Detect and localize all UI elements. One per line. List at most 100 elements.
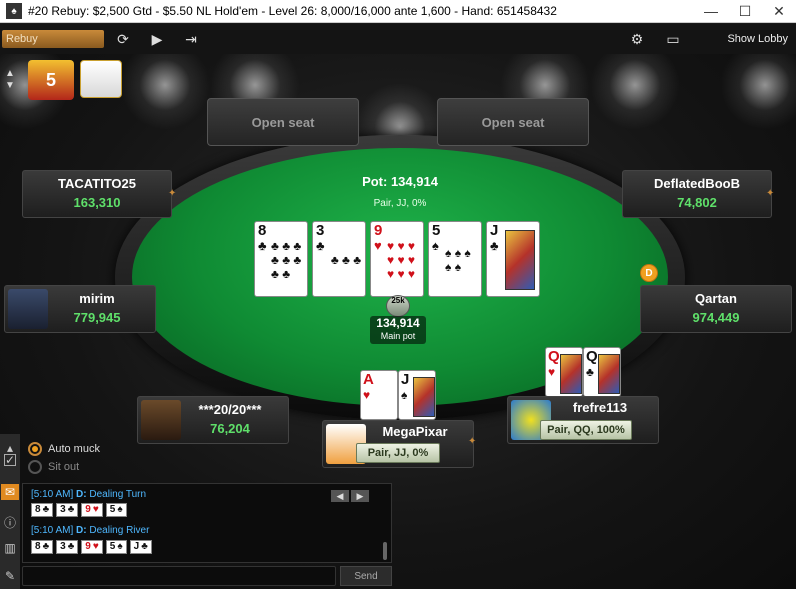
card-rank: J — [401, 371, 410, 388]
refresh-icon[interactable]: ⟳ — [110, 30, 136, 48]
send-button[interactable]: Send — [340, 566, 392, 586]
player-name: MegaPixar — [382, 424, 448, 439]
player-stack: 76,204 — [210, 421, 250, 436]
player-seat-tacatito25[interactable]: TACATITO25 163,310 — [22, 170, 172, 218]
board-card: 9 ♥ ♥ ♥ ♥ ♥ ♥ ♥ ♥ ♥ ♥ — [370, 221, 424, 297]
checkbox-icon[interactable]: ✓ — [4, 453, 16, 467]
player-seat-deflatedboob[interactable]: DeflatedBooB 74,802 — [622, 170, 772, 218]
radio-icon[interactable] — [28, 442, 42, 456]
card-rank: 5 — [432, 222, 441, 239]
pot-label: Pot: 134,914 — [362, 174, 438, 189]
notes-marker-icon[interactable]: ✦ — [468, 436, 476, 447]
open-seat-right[interactable]: Open seat — [437, 98, 589, 146]
auto-muck-option[interactable]: Auto muck — [28, 442, 100, 456]
main-pot-label: Main pot — [380, 331, 416, 341]
turn-cards: 8 ♣ 3 ♣ 9 ♥ 5 ♠ — [31, 503, 127, 517]
club-icon: ♣ — [586, 365, 594, 379]
rebuy-badge-icon[interactable]: 5 — [28, 60, 74, 100]
heart-icon: ♥ — [374, 238, 382, 253]
heart-icon: ♥ — [548, 365, 556, 379]
chat-timestamp: [5:10 AM] — [31, 525, 74, 536]
chat-prev-button[interactable]: ◀ — [331, 490, 349, 502]
notes-marker-icon[interactable]: ✦ — [766, 188, 774, 199]
gear-icon[interactable]: ⚙ — [624, 30, 650, 48]
chat-message: Dealing River — [89, 525, 150, 536]
jack-face-icon — [505, 230, 535, 290]
notes-icon[interactable]: ✎ — [2, 568, 18, 584]
card-rank: 9 — [374, 222, 383, 239]
window-layout-icon[interactable]: ▭ — [660, 30, 686, 48]
chevron-down-icon[interactable]: ▼ — [2, 76, 18, 94]
play-icon[interactable]: ▶ — [144, 30, 170, 48]
heart-icon: ♥ — [363, 388, 371, 402]
player-stack: 163,310 — [73, 195, 121, 210]
card-pips: ♣ ♣ ♣ — [330, 253, 362, 267]
player-name: Qartan — [695, 291, 737, 306]
chat-line: [5:10 AM] D: Dealing Turn — [31, 489, 146, 500]
queen-face-icon — [598, 354, 620, 394]
club-icon: ♣ — [490, 238, 499, 253]
dealer-tag: D: — [76, 489, 87, 500]
maximize-button[interactable]: ☐ — [728, 0, 762, 23]
mini-card: 5 ♠ — [105, 503, 127, 517]
open-seat-left[interactable]: Open seat — [207, 98, 359, 146]
chat-input[interactable] — [22, 566, 336, 586]
close-button[interactable]: ✕ — [762, 0, 796, 23]
hole-card: Q ♥ — [545, 347, 583, 397]
chat-panel: [5:10 AM] D: Dealing Turn 8 ♣ 3 ♣ 9 ♥ 5 ♠ [5… — [22, 483, 392, 563]
spade-icon: ♠ — [432, 238, 439, 253]
chat-next-button[interactable]: ▶ — [351, 490, 369, 502]
chip-stack-icon: 25k — [386, 295, 410, 317]
card-pips: ♠ ♠ ♠ ♠ ♠ — [445, 246, 471, 274]
player-stack: 974,449 — [692, 310, 740, 325]
card-rank: Q — [586, 348, 598, 365]
player-name: DeflatedBooB — [654, 176, 740, 191]
mini-card: 9 ♥ — [81, 540, 103, 554]
main-pot-value: 134,914 — [376, 316, 420, 330]
player-name: mirim — [79, 291, 115, 306]
player-name: TACATITO25 — [57, 176, 136, 191]
mini-card: 5 ♠ — [105, 540, 127, 554]
player-name: ***20/20*** — [198, 402, 262, 417]
notes-marker-icon[interactable]: ✦ — [168, 188, 176, 199]
hole-card: J ♠ — [398, 370, 436, 420]
mini-card: 3 ♣ — [56, 503, 79, 517]
player-name: frefre113 — [572, 400, 628, 415]
chat-line: [5:10 AM] D: Dealing River — [31, 525, 149, 536]
info-icon[interactable]: ⓘ — [2, 514, 18, 530]
player-seat-qartan[interactable]: Qartan 974,449 — [640, 285, 792, 333]
queen-face-icon — [560, 354, 582, 394]
chat-icon[interactable]: ✉ — [1, 484, 19, 500]
show-lobby-button[interactable]: Show Lobby — [727, 30, 788, 48]
mini-card: 8 ♣ — [31, 503, 54, 517]
rebuy-button[interactable]: Rebuy — [2, 30, 104, 48]
hole-card: Q ♣ — [583, 347, 621, 397]
minimize-button[interactable]: — — [694, 0, 728, 23]
exit-icon[interactable]: ⇥ — [178, 30, 204, 48]
chat-message: Dealing Turn — [89, 489, 147, 500]
pokerstars-app-icon: ♠ — [6, 3, 22, 19]
window-title: #20 Rebuy: $2,500 Gtd - $5.50 NL Hold'em… — [28, 4, 557, 18]
player-stack: 779,945 — [73, 310, 121, 325]
board-card: 3 ♣ ♣ ♣ ♣ — [312, 221, 366, 297]
chat-scrollbar[interactable] — [383, 542, 387, 560]
club-icon: ♣ — [316, 238, 325, 253]
card-rank: A — [363, 371, 374, 388]
sit-out-option[interactable]: Sit out — [28, 460, 79, 474]
dealer-button: D — [640, 264, 658, 282]
board-card: 8 ♣ ♣ ♣ ♣ ♣ ♣ ♣ ♣ ♣ — [254, 221, 308, 297]
player-seat-2020[interactable]: ***20/20*** 76,204 — [137, 396, 289, 444]
chat-nav: ◀ ▶ — [331, 490, 369, 502]
hand-strength-badge: Pair, JJ, 0% — [356, 443, 440, 463]
board-card: 5 ♠ ♠ ♠ ♠ ♠ ♠ — [428, 221, 482, 297]
player-seat-mirim[interactable]: mirim 779,945 — [4, 285, 156, 333]
stats-icon[interactable]: ▥ — [2, 540, 18, 556]
hand-description: Pair, JJ, 0% — [373, 198, 427, 209]
jack-face-icon — [413, 377, 435, 417]
radio-icon[interactable] — [28, 460, 42, 474]
auto-muck-label: Auto muck — [48, 443, 100, 455]
card-rank: 8 — [258, 222, 267, 239]
card-rank: 3 — [316, 222, 325, 239]
mini-card: 3 ♣ — [56, 540, 79, 554]
cards-trophy-icon[interactable] — [80, 60, 122, 98]
